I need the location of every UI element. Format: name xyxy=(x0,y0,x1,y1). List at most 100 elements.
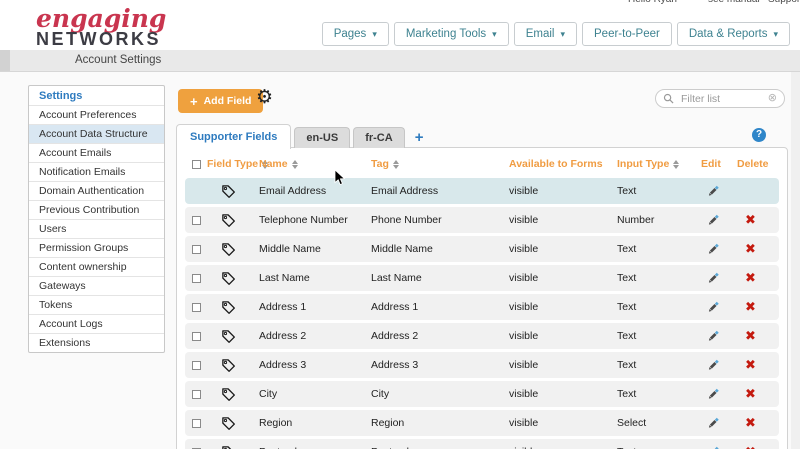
row-checkbox[interactable] xyxy=(192,361,201,370)
sidebar-item-extensions[interactable]: Extensions xyxy=(29,333,164,352)
edit-pencil-icon[interactable] xyxy=(701,184,737,198)
column-header-label: Edit xyxy=(701,158,721,170)
row-checkbox[interactable] xyxy=(192,419,201,428)
row-checkbox-cell xyxy=(185,361,207,370)
nav-button-pages[interactable]: Pages▾ xyxy=(322,22,389,46)
field-type-tag-icon xyxy=(221,184,259,199)
column-header-tag[interactable]: Tag xyxy=(371,158,509,170)
delete-x-icon[interactable]: ✖ xyxy=(737,357,756,372)
field-input-type: Text xyxy=(617,330,701,342)
add-field-button-label: Add Field xyxy=(204,95,252,107)
nav-button-marketing-tools[interactable]: Marketing Tools▾ xyxy=(394,22,509,46)
edit-pencil-icon[interactable] xyxy=(701,213,737,227)
field-availability: visible xyxy=(509,359,617,371)
sidebar-item-account-preferences[interactable]: Account Preferences xyxy=(29,105,164,124)
column-header-name[interactable]: Name xyxy=(259,158,371,170)
column-header-delete[interactable]: Delete xyxy=(737,158,781,170)
delete-x-icon[interactable]: ✖ xyxy=(737,386,756,401)
breadcrumb-bar: Account Settings xyxy=(0,50,800,72)
column-header-label: Delete xyxy=(737,158,769,170)
field-tag: Last Name xyxy=(371,272,509,284)
help-icon[interactable]: ? xyxy=(752,128,766,142)
column-header-label: Available to Forms xyxy=(509,158,603,170)
engaging-networks-logo[interactable]: engaging NETWORKS xyxy=(36,7,166,48)
sidebar-item-users[interactable]: Users xyxy=(29,219,164,238)
sort-icon[interactable] xyxy=(292,160,298,169)
row-checkbox[interactable] xyxy=(192,274,201,283)
sidebar-item-tokens[interactable]: Tokens xyxy=(29,295,164,314)
edit-pencil-icon[interactable] xyxy=(701,300,737,314)
field-tag: City xyxy=(371,388,509,400)
row-checkbox[interactable] xyxy=(192,216,201,225)
clear-filter-icon[interactable]: ⊗ xyxy=(768,93,777,104)
edit-pencil-icon[interactable] xyxy=(701,242,737,256)
tab-en-us[interactable]: en-US xyxy=(294,127,350,148)
row-checkbox[interactable] xyxy=(192,390,201,399)
delete-x-icon[interactable]: ✖ xyxy=(737,270,756,285)
field-tag: Address 3 xyxy=(371,359,509,371)
table-row-telephone-number: Telephone NumberPhone NumbervisibleNumbe… xyxy=(185,207,779,233)
row-checkbox-cell xyxy=(185,390,207,399)
row-checkbox-cell xyxy=(185,245,207,254)
column-header-edit[interactable]: Edit xyxy=(701,158,737,170)
sidebar-item-account-emails[interactable]: Account Emails xyxy=(29,143,164,162)
column-header-field-type[interactable]: Field Type xyxy=(207,158,259,170)
delete-x-icon[interactable]: ✖ xyxy=(737,212,756,227)
sidebar-item-previous-contribution[interactable]: Previous Contribution xyxy=(29,200,164,219)
row-checkbox[interactable] xyxy=(192,332,201,341)
nav-button-label: Pages xyxy=(334,28,367,40)
delete-x-icon[interactable]: ✖ xyxy=(737,415,756,430)
edit-pencil-icon[interactable] xyxy=(701,329,737,343)
sidebar-collapse-handle[interactable] xyxy=(0,50,10,71)
topbar-link-hello-ryan[interactable]: Hello Ryan xyxy=(628,0,677,5)
delete-cell: ✖ xyxy=(737,358,781,372)
logo-wordmark-top: engaging xyxy=(36,7,166,30)
sidebar-item-content-ownership[interactable]: Content ownership xyxy=(29,257,164,276)
nav-button-label: Data & Reports xyxy=(689,28,768,40)
sort-icon[interactable] xyxy=(393,160,399,169)
table-header-row: Field TypeName TagAvailable to Forms Input… xyxy=(185,153,779,175)
table-row-address-1: Address 1Address 1visibleText✖ xyxy=(185,294,779,320)
filter-input[interactable] xyxy=(679,92,763,106)
nav-button-data-reports[interactable]: Data & Reports▾ xyxy=(677,22,790,46)
topbar-link-support[interactable]: Support xyxy=(768,0,800,5)
sidebar-item-notification-emails[interactable]: Notification Emails xyxy=(29,162,164,181)
edit-pencil-icon[interactable] xyxy=(701,271,737,285)
edit-pencil-icon[interactable] xyxy=(701,387,737,401)
edit-pencil-icon[interactable] xyxy=(701,445,737,449)
nav-button-peer-to-peer[interactable]: Peer-to-Peer xyxy=(582,22,672,46)
column-header-input-type[interactable]: Input Type xyxy=(617,158,701,170)
row-checkbox[interactable] xyxy=(192,303,201,312)
tab-supporter-fields[interactable]: Supporter Fields xyxy=(176,124,291,149)
add-field-button[interactable]: + Add Field xyxy=(178,89,263,113)
nav-button-email[interactable]: Email▾ xyxy=(514,22,577,46)
delete-x-icon[interactable]: ✖ xyxy=(737,241,756,256)
column-header-label: Name xyxy=(259,158,288,170)
edit-pencil-icon[interactable] xyxy=(701,358,737,372)
field-type-tag-icon xyxy=(221,213,259,228)
field-availability: visible xyxy=(509,272,617,284)
field-type-tag-icon xyxy=(221,445,259,449)
delete-x-icon[interactable]: ✖ xyxy=(737,299,756,314)
sidebar-item-account-logs[interactable]: Account Logs xyxy=(29,314,164,333)
topbar: Hello Ryan see manual Support xyxy=(0,0,800,7)
tab-fr-ca[interactable]: fr-CA xyxy=(353,127,405,148)
sidebar-item-account-data-structure[interactable]: Account Data Structure xyxy=(29,124,164,143)
sidebar-item-domain-authentication[interactable]: Domain Authentication xyxy=(29,181,164,200)
table-row-address-3: Address 3Address 3visibleText✖ xyxy=(185,352,779,378)
field-availability: visible xyxy=(509,301,617,313)
row-checkbox[interactable] xyxy=(192,245,201,254)
gear-icon[interactable]: ⚙ xyxy=(256,88,273,107)
sort-icon[interactable] xyxy=(673,160,679,169)
scrollbar-track[interactable] xyxy=(791,72,800,449)
delete-x-icon[interactable]: ✖ xyxy=(737,444,756,449)
select-all-checkbox[interactable] xyxy=(192,160,201,169)
sidebar-item-permission-groups[interactable]: Permission Groups xyxy=(29,238,164,257)
add-tab-icon[interactable]: + xyxy=(415,132,424,144)
field-tag: Address 2 xyxy=(371,330,509,342)
sidebar-item-gateways[interactable]: Gateways xyxy=(29,276,164,295)
edit-pencil-icon[interactable] xyxy=(701,416,737,430)
column-header-available-to-forms[interactable]: Available to Forms xyxy=(509,158,617,170)
delete-x-icon[interactable]: ✖ xyxy=(737,328,756,343)
topbar-link-see-manual[interactable]: see manual xyxy=(708,0,760,5)
